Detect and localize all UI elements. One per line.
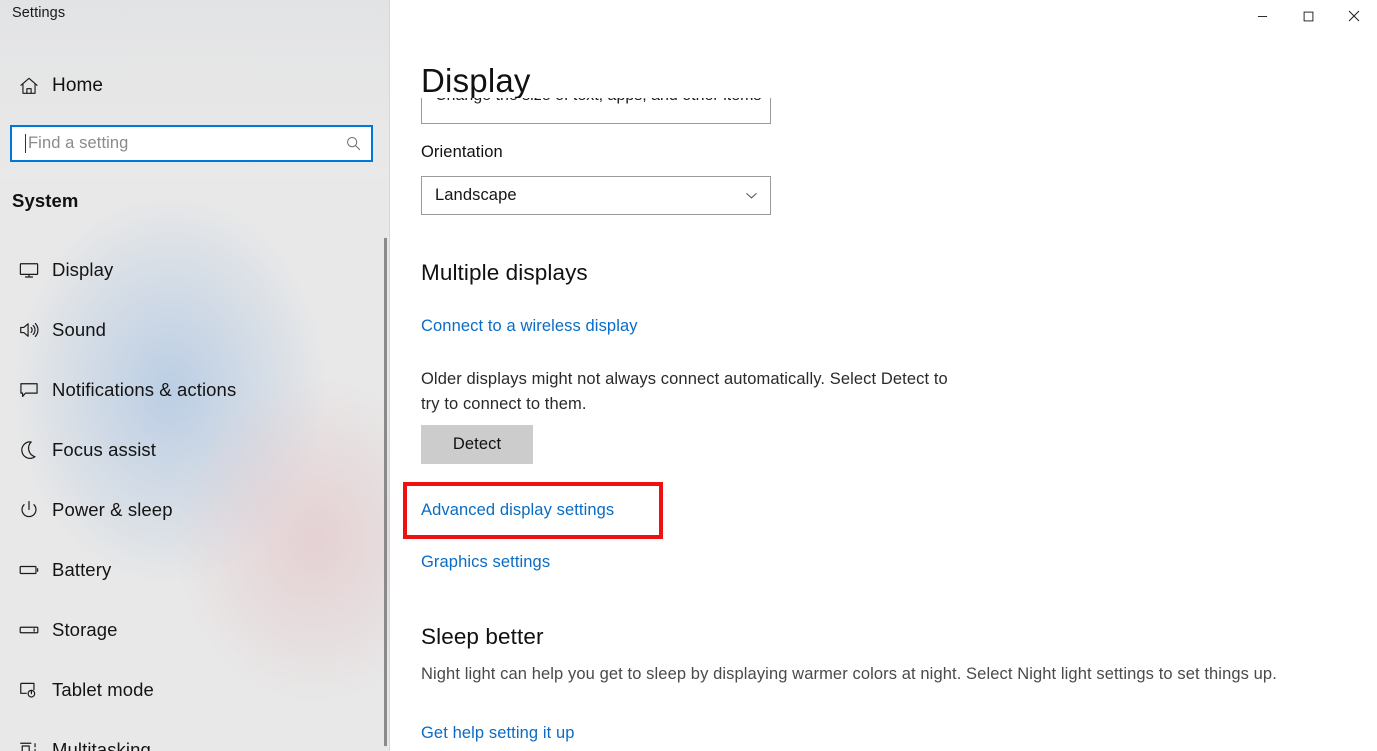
sidebar-scrollbar[interactable] (384, 238, 387, 746)
sidebar-item-focus-assist[interactable]: Focus assist (0, 420, 390, 480)
sidebar-item-power-sleep[interactable]: Power & sleep (0, 480, 390, 540)
battery-icon (12, 559, 46, 581)
sidebar-item-battery-label: Battery (52, 559, 112, 580)
sidebar-item-display-label: Display (52, 259, 114, 280)
minimize-button[interactable] (1239, 0, 1285, 32)
sidebar-item-home-label: Home (52, 75, 104, 96)
sidebar-item-focus-assist-label: Focus assist (52, 439, 157, 460)
speaker-icon (12, 319, 46, 341)
settings-window: Settings Home Find a setting System Disp… (0, 0, 1377, 751)
main-content: Display Change the size of text, apps, a… (390, 0, 1377, 751)
sidebar-nav-list: Display Sound Notifications & actions Fo… (0, 240, 390, 751)
sidebar-item-multitasking[interactable]: Multitasking (0, 720, 390, 751)
sidebar-item-home[interactable]: Home (0, 68, 390, 104)
sidebar-item-tablet-mode-label: Tablet mode (52, 679, 154, 700)
sidebar-item-sound[interactable]: Sound (0, 300, 390, 360)
home-icon (12, 75, 46, 97)
detect-button[interactable]: Detect (421, 425, 533, 464)
sidebar-item-notifications-label: Notifications & actions (52, 379, 237, 400)
graphics-settings-link[interactable]: Graphics settings (421, 553, 550, 572)
orientation-label: Orientation (421, 143, 503, 161)
sidebar-item-notifications[interactable]: Notifications & actions (0, 360, 390, 420)
storage-icon (12, 619, 46, 641)
sidebar-item-display[interactable]: Display (0, 240, 390, 300)
text-caret (25, 134, 26, 153)
search-placeholder-text: Find a setting (28, 134, 129, 152)
multitasking-icon (12, 739, 46, 751)
connect-wireless-display-link[interactable]: Connect to a wireless display (421, 317, 638, 336)
sidebar-item-storage[interactable]: Storage (0, 600, 390, 660)
chevron-down-icon (744, 188, 759, 203)
sidebar-section-heading: System (12, 190, 79, 211)
sidebar-item-power-sleep-label: Power & sleep (52, 499, 173, 520)
window-title: Settings (12, 5, 66, 21)
get-help-setting-up-link[interactable]: Get help setting it up (421, 724, 575, 743)
sidebar-item-tablet-mode[interactable]: Tablet mode (0, 660, 390, 720)
notification-icon (12, 379, 46, 401)
scale-dropdown-value: Change the size of text, apps, and other… (435, 98, 761, 105)
sidebar: Settings Home Find a setting System Disp… (0, 0, 390, 751)
sleep-better-heading: Sleep better (421, 624, 544, 649)
scale-dropdown-clipped[interactable]: Change the size of text, apps, and other… (421, 98, 771, 124)
chevron-down-icon (744, 98, 758, 103)
multiple-displays-description: Older displays might not always connect … (421, 370, 948, 413)
tablet-icon (12, 679, 46, 701)
search-icon[interactable] (335, 127, 371, 160)
moon-icon (12, 439, 46, 461)
advanced-display-settings-link[interactable]: Advanced display settings (421, 501, 614, 520)
search-input[interactable]: Find a setting (10, 125, 373, 162)
sleep-better-description: Night light can help you get to sleep by… (421, 665, 1277, 683)
sidebar-item-multitasking-label: Multitasking (52, 739, 151, 751)
monitor-icon (12, 259, 46, 281)
page-title: Display (421, 62, 531, 99)
sidebar-item-sound-label: Sound (52, 319, 106, 340)
maximize-button[interactable] (1285, 0, 1331, 32)
sidebar-item-storage-label: Storage (52, 619, 118, 640)
power-icon (12, 499, 46, 521)
detect-button-label: Detect (452, 435, 502, 453)
sidebar-divider (389, 0, 390, 751)
window-controls (1239, 0, 1377, 32)
orientation-dropdown-value: Landscape (435, 186, 517, 204)
close-button[interactable] (1331, 0, 1377, 32)
sidebar-item-battery[interactable]: Battery (0, 540, 390, 600)
orientation-dropdown[interactable]: Landscape (421, 176, 771, 215)
multiple-displays-heading: Multiple displays (421, 260, 588, 285)
